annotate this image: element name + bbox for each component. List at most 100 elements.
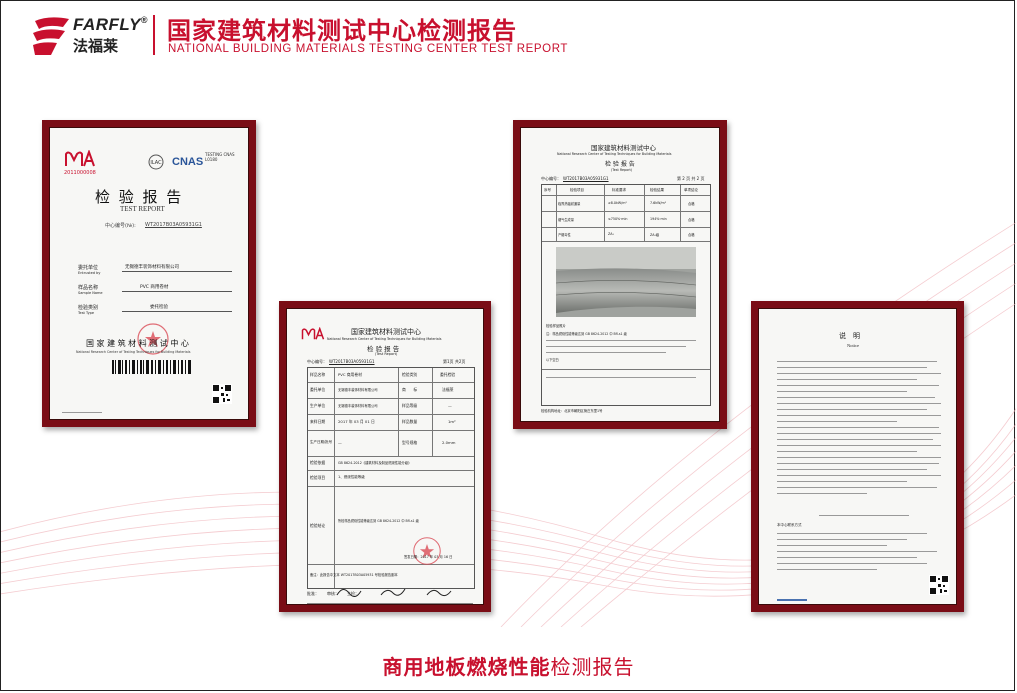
page-frame: FARFLY® 法福莱 国家建筑材料测试中心检测报告 NATIONAL BUIL… <box>0 0 1016 691</box>
photo-caption: 检验样品照片 <box>546 324 566 328</box>
report-title-en: (Test Report) <box>611 168 633 172</box>
org-name-cn: 国家建筑材料测试中心 <box>351 328 421 336</box>
note-placeholder-line <box>546 346 686 347</box>
table-cell: — <box>338 440 342 445</box>
table-cell: 临界热辐射通量 <box>558 202 581 206</box>
table-cell: 无锡德丰装饰材料有限公司 <box>338 404 378 408</box>
page-title: 国家建筑材料测试中心检测报告 <box>167 17 517 45</box>
sample-name-label: 样品名称 <box>78 285 99 291</box>
sample-name-label-en: Sample Name <box>78 291 103 295</box>
table-cell: 合格 <box>688 233 695 237</box>
page-indicator: 第1页 共2页 <box>443 359 466 364</box>
footer-line <box>62 412 102 413</box>
sample-name-underline <box>122 291 232 292</box>
qr-code-icon <box>929 575 949 595</box>
footer-caption: 商用地板燃烧性能检测报告 <box>382 655 635 679</box>
table-cell: 商 标 <box>402 387 418 392</box>
lab-address: 检验机构地址：北京市朝阳区管庄东里1号 <box>541 409 603 413</box>
table-cell: 产烟毒性 <box>558 233 571 237</box>
report-title-en: TEST REPORT <box>120 205 165 213</box>
table-cell: 7.6kW/m² <box>650 201 667 205</box>
table-cell: 194%·min <box>650 217 667 221</box>
table-cell: 样品等级 <box>402 403 418 408</box>
results-table: 序号 检验项目 标准要求 检验结果 单项结论 临界热辐射通量 ≥8.0kW/m²… <box>541 184 711 406</box>
table-cell: 检验类别 <box>402 372 418 377</box>
table-cell: 2017 年 03 月 01 日 <box>338 419 375 424</box>
report-number-label: 中心编号(№): <box>105 223 136 229</box>
entrusted-label: 委托单位 <box>78 265 99 271</box>
table-cell: ≥8.0kW/m² <box>608 201 627 205</box>
ilac-mra-logo-icon: ILAC <box>148 154 164 170</box>
table-cell: 合格 <box>688 202 695 206</box>
qr-code-icon <box>212 384 232 404</box>
header-divider <box>153 15 155 55</box>
note-line: 注：样品燃烧性能等级达到 GB 8624-2012 中 Bfl-s1 级 <box>546 332 627 336</box>
test-type-label-en: Test Type <box>78 311 95 315</box>
note-placeholder-line <box>546 340 696 341</box>
header: FARFLY® 法福莱 国家建筑材料测试中心检测报告 NATIONAL BUIL… <box>1 1 1016 67</box>
table-cell: ≤750%·min <box>608 217 628 221</box>
note-blank: 以下空白 <box>546 358 559 362</box>
table-cell: 合格 <box>688 218 695 222</box>
report-number: WT2017B03A05931G1 <box>329 359 375 364</box>
note-placeholder-line <box>546 377 696 378</box>
sample-photo <box>556 247 696 317</box>
divider <box>819 515 909 516</box>
table-cell: 烟气生成量 <box>558 218 574 222</box>
table-header: 标准要求 <box>612 188 626 192</box>
table-cell: 1、燃烧性能等级 <box>338 475 365 479</box>
report-page-2: 国家建筑材料测试中心 National Research Center of T… <box>513 120 727 429</box>
table-cell: 2.0mm <box>442 440 456 445</box>
test-type-label: 检验类别 <box>78 305 99 311</box>
table-cell: 委托单位 <box>310 387 326 392</box>
org-name-cn: 国家建筑材料测试中心 <box>591 144 656 152</box>
table-cell: 来样日期 <box>310 419 326 424</box>
table-cell: 1m² <box>448 419 456 424</box>
cma-number: 2011000008 <box>64 170 96 176</box>
cnas-logo: CNAS <box>172 156 204 168</box>
table-cell: 生产单位 <box>310 403 326 408</box>
org-name-cn: 国 家 建 筑 材 料 测 试 中 心 <box>86 339 189 348</box>
table-cell: PVC 商用卷材 <box>338 372 362 377</box>
org-name-en: National Research Center of Testing Tech… <box>557 152 672 156</box>
brand-name: FARFLY® <box>73 15 148 34</box>
note-placeholder-line <box>546 352 666 353</box>
signature-scribble-icon <box>336 588 452 597</box>
table-cell: 法福莱 <box>442 387 454 392</box>
barcode-icon <box>112 360 191 374</box>
table-cell: 型号规格 <box>402 440 418 445</box>
cnas-subtext: TESTING CNAS L0180 <box>205 152 235 162</box>
report-table: 样品名称 PVC 商用卷材 检验类别 委托检验 委托单位 无锡德丰装饰材料有限公… <box>307 367 475 589</box>
notice-title: 说 明 <box>839 332 860 340</box>
table-cell: 无锡德丰装饰材料有限公司 <box>338 388 378 392</box>
report-title: 检 验 报 告 <box>95 188 184 206</box>
report-page-1: 国家建筑材料测试中心 National Research Center of T… <box>279 301 491 612</box>
table-cell: 检验项目 <box>310 475 326 480</box>
table-header: 序号 <box>544 188 551 192</box>
issue-date: 签发日期：2017 年 03 月 16 日 <box>404 555 453 559</box>
contact-label: 本中心联系方式 <box>777 523 802 527</box>
entrusted-underline <box>122 271 232 272</box>
remark: 备注：此报告中文本 WT2017B03A05931 号检验报告副本 <box>310 573 398 577</box>
notice-text-block <box>777 357 947 507</box>
table-header: 单项结论 <box>684 188 698 192</box>
contact-block <box>777 531 947 581</box>
table-cell: 检验依据 <box>310 460 326 465</box>
cma-seal-icon <box>301 327 325 340</box>
footer-logo-mark <box>777 599 807 601</box>
report-number: WT2017B03A05931G1 <box>145 222 202 228</box>
notice-title-en: Notice <box>847 343 859 348</box>
test-type-value: 委托检验 <box>150 305 168 310</box>
red-seal-stamp-icon <box>413 537 441 565</box>
table-cell: 样品数量 <box>402 419 418 424</box>
report-number: WT2017B03A05931G1 <box>563 176 609 181</box>
svg-text:ILAC: ILAC <box>150 160 162 166</box>
table-cell: GB 8624-2012《建筑材料及制品燃烧性能分级》 <box>338 461 412 465</box>
page-indicator: 第 2 页 共 2 页 <box>677 176 705 181</box>
org-name-en: National Research Center of Testing Tech… <box>76 350 191 354</box>
report-title: 检 验 报 告 <box>605 161 635 168</box>
report-notice-page: 说 明 Notice 本中心联系方式 <box>751 301 964 612</box>
table-header: 检验项目 <box>570 188 584 192</box>
test-type-underline <box>122 311 232 312</box>
table-cell: ZA₁级 <box>650 233 660 237</box>
